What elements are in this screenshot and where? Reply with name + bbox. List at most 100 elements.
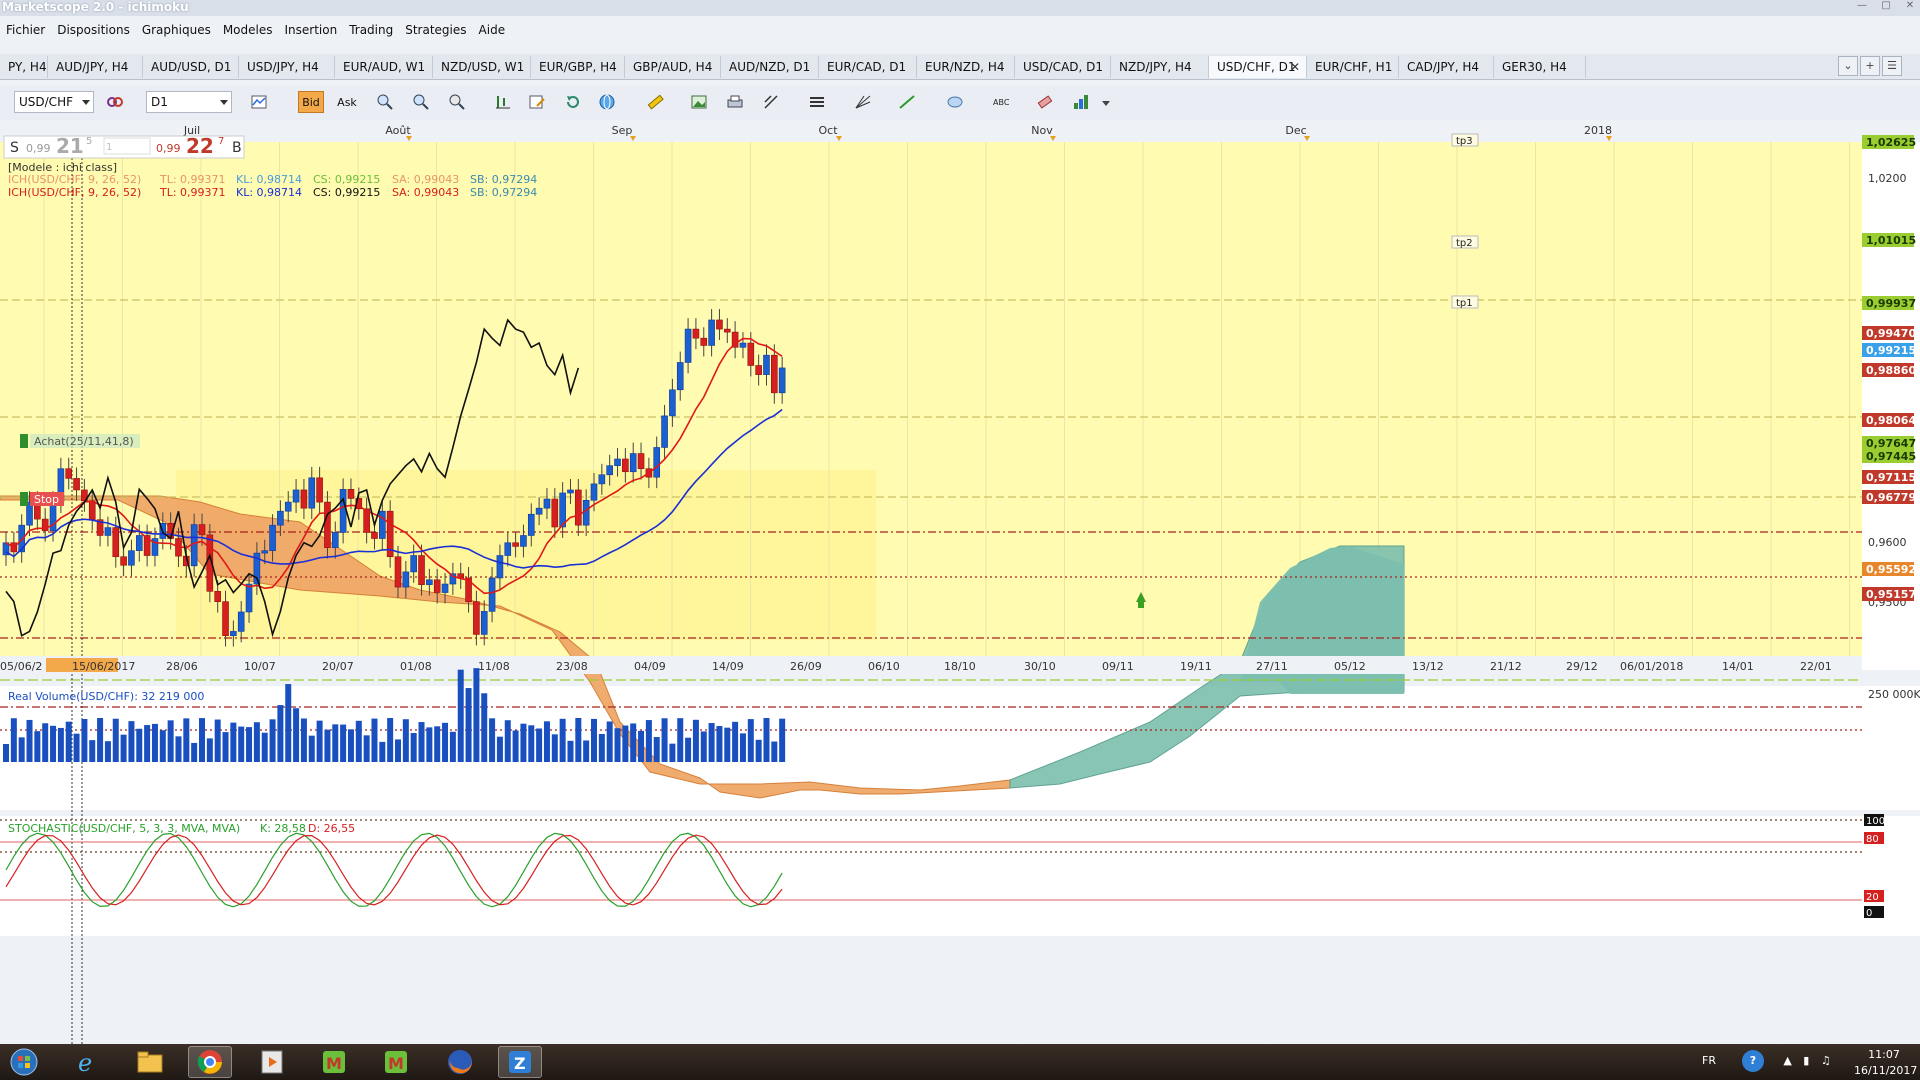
tp-marker-label: tp2	[1456, 238, 1473, 249]
menu-aide[interactable]: Aide	[473, 21, 512, 43]
tab-ger30-h4[interactable]: GER30, H4	[1494, 56, 1586, 78]
tab-aud-nzd-d1[interactable]: AUD/NZD, D1	[721, 56, 819, 78]
volume-bar	[645, 720, 652, 762]
quantity-value: 1	[106, 142, 112, 153]
menu-graphiques[interactable]: Graphiques	[136, 21, 217, 43]
properties-icon[interactable]	[526, 91, 548, 113]
media-player-icon[interactable]	[250, 1046, 294, 1078]
chart-link-icon[interactable]	[104, 91, 126, 113]
bid-label: Bid	[302, 95, 320, 109]
menu-trading[interactable]: Trading	[343, 21, 399, 43]
clock-date[interactable]: 16/11/2017	[1854, 1064, 1917, 1077]
close-icon[interactable]: ✕	[1904, 0, 1916, 12]
zoom-out-icon[interactable]	[410, 91, 432, 113]
date-label: 09/11	[1102, 660, 1134, 673]
tab-eur-nzd-h4[interactable]: EUR/NZD, H4	[917, 56, 1015, 78]
minimize-icon[interactable]: —	[1856, 0, 1868, 12]
close-tab-icon[interactable]: ✕	[1290, 60, 1300, 74]
tray-icons[interactable]: ▲ ▮ ♫	[1774, 1054, 1844, 1067]
eraser-icon[interactable]	[1034, 91, 1056, 113]
bid-button[interactable]: Bid	[298, 91, 324, 113]
sell-price-big: 21	[56, 134, 84, 158]
volume-label: Real Volume(USD/CHF): 32 219 000	[8, 690, 204, 703]
buy-arrow-stem	[1138, 602, 1144, 608]
tab-usd-chf-d1[interactable]: USD/CHF, D1 ✕	[1209, 56, 1307, 78]
volume-bar	[285, 684, 292, 762]
tab-menu-icon[interactable]: ☰	[1882, 56, 1902, 76]
candle	[661, 415, 668, 448]
menu-insertion[interactable]: Insertion	[279, 21, 344, 43]
tab-usd-cad-d1[interactable]: USD/CAD, D1	[1015, 56, 1111, 78]
clock-time[interactable]: 11:07	[1854, 1048, 1914, 1061]
zoom-in-icon[interactable]	[374, 91, 396, 113]
indicator-icon[interactable]	[492, 91, 514, 113]
month-label: Nov	[1031, 124, 1053, 137]
app-m-icon[interactable]: M	[312, 1046, 356, 1078]
globe-icon[interactable]	[596, 91, 618, 113]
volume-bar	[598, 734, 605, 762]
menu-modeles[interactable]: Modeles	[217, 21, 279, 43]
chart-toolbar: USD/CHF D1 Bid Ask ABC	[0, 86, 1920, 120]
tab-aud-usd-d1[interactable]: AUD/USD, D1	[143, 56, 239, 78]
chrome-icon[interactable]	[188, 1046, 232, 1078]
candle	[708, 319, 715, 346]
buy-price-sup: 7	[218, 136, 224, 147]
candle	[527, 513, 535, 536]
tab-eur-cad-d1[interactable]: EUR/CAD, D1	[819, 56, 917, 78]
tab-py-h4[interactable]: PY, H4	[0, 56, 48, 78]
refresh-icon[interactable]	[562, 91, 584, 113]
language-indicator[interactable]: FR	[1694, 1054, 1724, 1067]
chart-area[interactable]: Juil Août Sep Oct Nov Dec 2018 Achat(25/11,41,8…	[0, 122, 1920, 1080]
fan-icon[interactable]	[852, 91, 874, 113]
start-button[interactable]	[2, 1046, 46, 1078]
price-badge-label: 0,95592	[1866, 563, 1916, 576]
folder-icon[interactable]	[128, 1046, 172, 1078]
trendline-icon[interactable]	[896, 91, 918, 113]
app-m2-icon[interactable]: M	[374, 1046, 418, 1078]
menu-fichier[interactable]: Fichier	[0, 21, 51, 43]
tab-eur-chf-h1[interactable]: EUR/CHF, H1	[1307, 56, 1399, 78]
volume-bar	[481, 693, 488, 762]
maximize-icon[interactable]: □	[1880, 0, 1892, 12]
tab-eur-gbp-h4[interactable]: EUR/GBP, H4	[531, 56, 625, 78]
candle	[316, 477, 323, 503]
print-icon[interactable]	[724, 91, 746, 113]
chart-type-icon[interactable]	[248, 91, 270, 113]
ruler-icon[interactable]	[644, 91, 666, 113]
stop-marker	[20, 492, 28, 506]
ellipse-icon[interactable]	[944, 91, 966, 113]
text-tool-icon[interactable]: ABC	[990, 91, 1012, 113]
symbol-select[interactable]: USD/CHF	[14, 91, 94, 113]
layout-icon[interactable]	[1070, 91, 1092, 113]
tab-aud-jpy-h4[interactable]: AUD/JPY, H4	[48, 56, 143, 78]
toolbar-overflow-icon[interactable]	[1100, 91, 1112, 113]
zoom-fit-icon[interactable]	[446, 91, 468, 113]
volume-bar	[771, 741, 778, 762]
tab-nzd-jpy-h4[interactable]: NZD/JPY, H4	[1111, 56, 1209, 78]
tab-cad-jpy-h4[interactable]: CAD/JPY, H4	[1399, 56, 1494, 78]
stop-marker-label: Stop	[34, 493, 59, 506]
candle	[347, 489, 355, 499]
tab-usd-jpy-h4[interactable]: USD/JPY, H4	[239, 56, 335, 78]
timeframe-select[interactable]: D1	[146, 91, 232, 113]
tab-nzd-usd-w1[interactable]: NZD/USD, W1	[433, 56, 531, 78]
firefox-icon[interactable]	[438, 1046, 482, 1078]
menu-dispositions[interactable]: Dispositions	[51, 21, 136, 43]
candle	[723, 328, 731, 333]
tp-marker-label: tp3	[1456, 136, 1473, 147]
lines-icon[interactable]	[806, 91, 828, 113]
image-icon[interactable]	[688, 91, 710, 113]
volume-bar	[10, 718, 17, 762]
price-chart[interactable]: Juil Août Sep Oct Nov Dec 2018Achat(25/11,41,8…	[0, 122, 1920, 1080]
tab-list-icon[interactable]: ⌄	[1838, 56, 1858, 76]
marketscope-icon[interactable]: Z	[498, 1046, 542, 1078]
tab-gbp-aud-h4[interactable]: GBP/AUD, H4	[625, 56, 721, 78]
help-icon[interactable]: ?	[1742, 1050, 1764, 1072]
ie-icon[interactable]: e	[66, 1046, 110, 1078]
tab-eur-aud-w1[interactable]: EUR/AUD, W1	[335, 56, 433, 78]
add-tab-icon[interactable]: +	[1860, 56, 1880, 76]
crosshair-icon[interactable]	[760, 91, 782, 113]
menu-strategies[interactable]: Strategies	[399, 21, 472, 43]
ask-button[interactable]: Ask	[334, 91, 360, 113]
volume-bar	[724, 727, 731, 762]
